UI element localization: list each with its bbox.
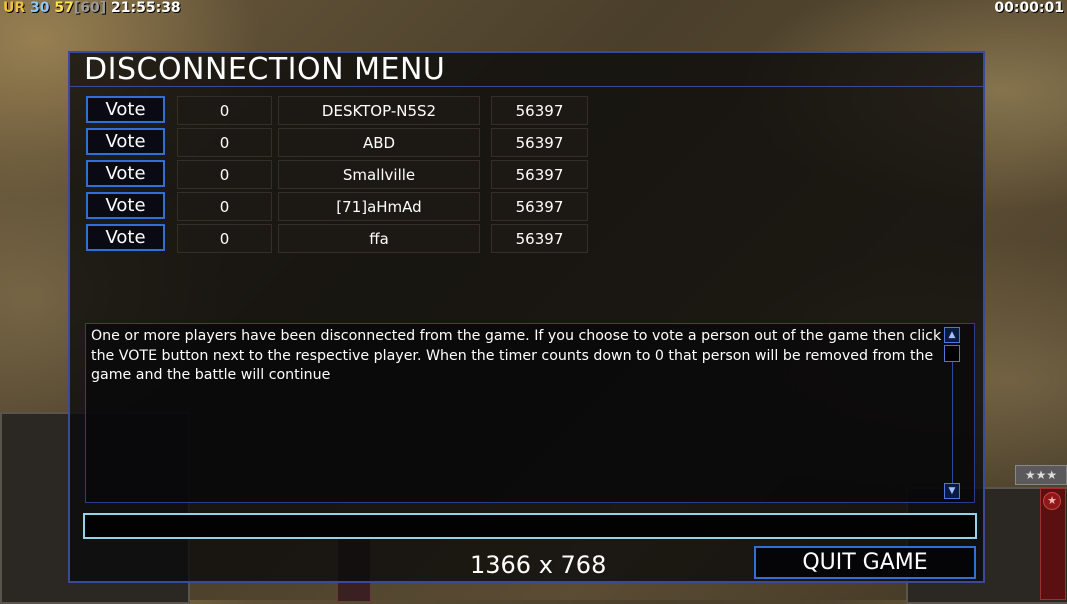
player-name: Smallville (278, 160, 480, 189)
scrollbar-thumb[interactable] (944, 345, 960, 362)
disconnection-dialog: DISCONNECTION MENU Vote 0 DESKTOP-N5S2 5… (68, 51, 985, 583)
vote-count: 0 (177, 224, 272, 253)
rank-stars: ★★★ (1015, 465, 1067, 485)
player-row: Vote 0 ABD 56397 (86, 128, 590, 157)
player-port: 56397 (491, 96, 588, 125)
scrollbar-track[interactable] (952, 362, 953, 484)
player-port: 56397 (491, 128, 588, 157)
vote-button[interactable]: Vote (86, 160, 165, 187)
chat-input[interactable] (83, 513, 977, 539)
hud-stats: UR 30 57[60] 21:55:38 (3, 0, 181, 16)
hud-clock: 21:55:38 (111, 0, 181, 16)
vote-button[interactable]: Vote (86, 96, 165, 123)
star-icon: ★ (1043, 492, 1061, 510)
game-timer: 00:00:01 (994, 0, 1064, 16)
player-row: Vote 0 [71]aHmAd 56397 (86, 192, 590, 221)
dialog-title: DISCONNECTION MENU (84, 52, 446, 87)
vote-button[interactable]: Vote (86, 128, 165, 155)
vote-count: 0 (177, 96, 272, 125)
vote-count: 0 (177, 160, 272, 189)
message-box: One or more players have been disconnect… (85, 323, 975, 503)
title-divider (70, 86, 983, 87)
scroll-down-arrow-icon[interactable]: ▼ (944, 483, 960, 499)
hud-frame-cap: [60] (73, 0, 107, 16)
player-row: Vote 0 DESKTOP-N5S2 56397 (86, 96, 590, 125)
player-port: 56397 (491, 224, 588, 253)
player-row: Vote 0 Smallville 56397 (86, 160, 590, 189)
vote-count: 0 (177, 192, 272, 221)
disconnect-message: One or more players have been disconnect… (91, 328, 942, 383)
player-name: [71]aHmAd (278, 192, 480, 221)
vote-button[interactable]: Vote (86, 192, 165, 219)
hud-ur-label: UR (3, 0, 26, 16)
player-name: DESKTOP-N5S2 (278, 96, 480, 125)
hud-fps: 30 (30, 0, 50, 16)
hud-frame: 57 (54, 0, 74, 16)
resolution-label: 1366 x 768 (470, 551, 607, 579)
quit-game-button[interactable]: QUIT GAME (754, 546, 976, 579)
player-name: ABD (278, 128, 480, 157)
vote-count: 0 (177, 128, 272, 157)
player-name: ffa (278, 224, 480, 253)
player-port: 56397 (491, 192, 588, 221)
vote-button[interactable]: Vote (86, 224, 165, 251)
scroll-up-arrow-icon[interactable]: ▲ (944, 327, 960, 343)
player-port: 56397 (491, 160, 588, 189)
player-row: Vote 0 ffa 56397 (86, 224, 590, 253)
